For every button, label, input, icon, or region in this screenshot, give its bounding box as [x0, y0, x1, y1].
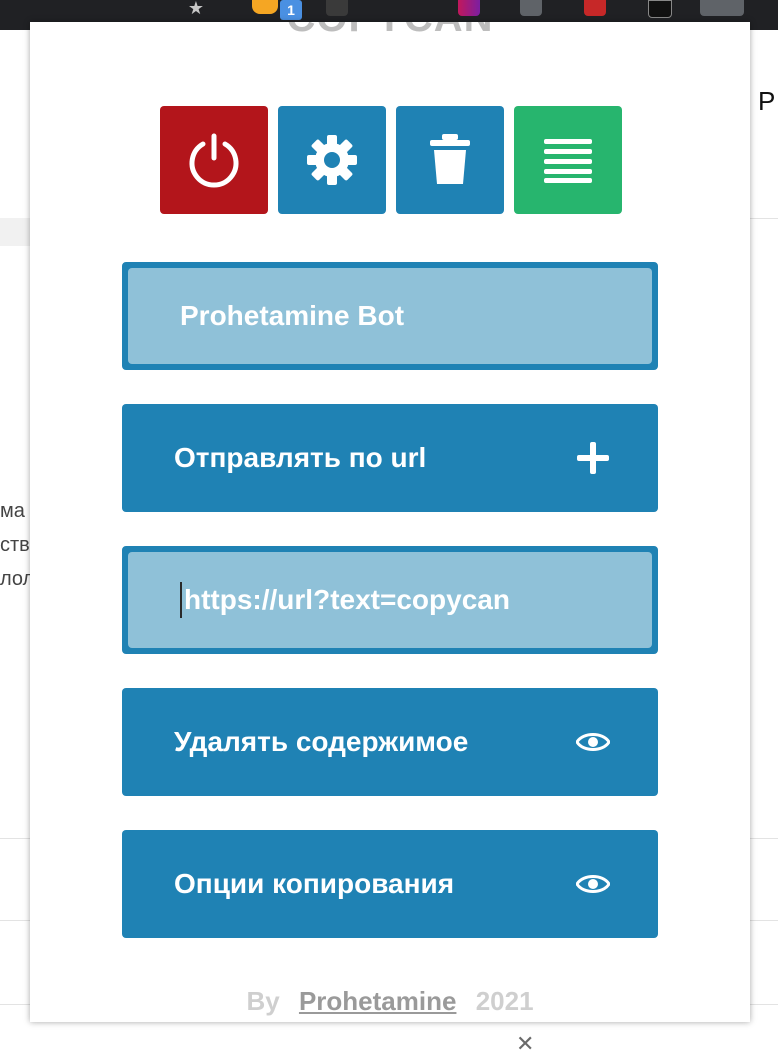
extension-icon[interactable] [520, 0, 542, 16]
extension-badge: 1 [280, 0, 302, 20]
bot-name-input[interactable]: Prohetamine Bot [128, 268, 652, 364]
footer-by: By [246, 986, 280, 1016]
url-value: https://url?text=copycan [184, 584, 510, 615]
author-link[interactable]: Prohetamine [299, 986, 457, 1016]
url-input[interactable]: https://url?text=copycan [128, 552, 652, 648]
extension-icon[interactable] [584, 0, 606, 16]
clear-button[interactable] [396, 106, 504, 214]
menu-lines-icon [544, 139, 592, 183]
settings-button[interactable] [278, 106, 386, 214]
text-caret [180, 582, 182, 618]
extension-icon[interactable] [326, 0, 348, 16]
popup-toolbar [160, 106, 622, 214]
delete-content-label: Удалять содержимое [174, 726, 469, 757]
popup-title: COPYCAN [30, 22, 750, 41]
delete-content-toggle[interactable]: Удалять содержимое [122, 688, 658, 796]
background-text-line: ств [0, 534, 30, 556]
send-by-url-toggle[interactable]: Отправлять по url [122, 404, 658, 512]
bookmark-star-icon[interactable]: ★ [184, 0, 208, 18]
gear-icon [307, 135, 357, 185]
power-button[interactable] [160, 106, 268, 214]
eye-icon[interactable] [576, 731, 610, 753]
plus-icon[interactable] [576, 441, 610, 475]
close-icon[interactable]: ✕ [516, 1032, 534, 1057]
extension-icon[interactable] [648, 0, 672, 18]
trash-icon [430, 134, 470, 184]
copycan-popup: COPYCAN [30, 22, 750, 1022]
extension-icon[interactable] [458, 0, 480, 16]
copy-options-toggle[interactable]: Опции копирования [122, 830, 658, 938]
background-strip [0, 218, 30, 246]
popup-footer: By Prohetamine 2021 [30, 986, 750, 1017]
footer-year: 2021 [475, 986, 534, 1016]
menu-button[interactable] [514, 106, 622, 214]
bot-name-field[interactable]: Prohetamine Bot [122, 262, 658, 370]
url-field[interactable]: https://url?text=copycan [122, 546, 658, 654]
eye-icon[interactable] [576, 873, 610, 895]
send-by-url-label: Отправлять по url [174, 442, 427, 473]
background-heading-fragment: P [758, 86, 776, 116]
copycan-extension-icon[interactable] [700, 0, 744, 16]
copy-options-label: Опции копирования [174, 868, 455, 899]
bot-name-value: Prohetamine Bot [180, 300, 405, 331]
power-icon [189, 133, 239, 188]
background-text-line: ма [0, 500, 25, 522]
extension-icon[interactable] [252, 0, 278, 14]
